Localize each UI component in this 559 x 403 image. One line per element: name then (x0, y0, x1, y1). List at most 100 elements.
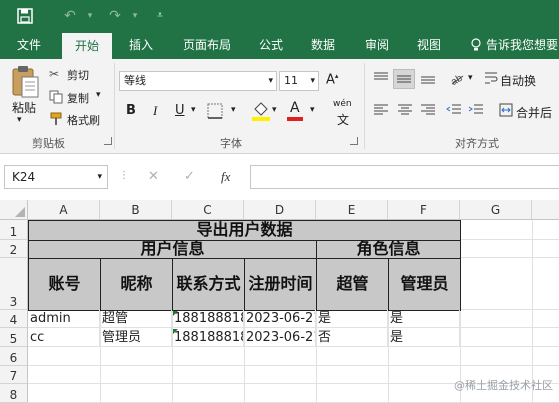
tab-insert[interactable]: 插入 (120, 31, 162, 59)
paste-icon[interactable] (10, 65, 40, 102)
underline-button[interactable]: U (175, 103, 185, 118)
merge-center-icon[interactable] (499, 103, 513, 120)
name-box[interactable]: K24 ▾ (4, 165, 108, 189)
sheet-title-cell[interactable]: 导出用户数据 (28, 220, 461, 241)
clipboard-group-label: 剪贴板 (32, 137, 65, 150)
cell-d4[interactable]: 2023-06-21 (244, 310, 316, 328)
cell-f5[interactable]: 是 (388, 328, 460, 347)
redo-icon[interactable]: ↷ (105, 6, 125, 26)
cell-c5[interactable]: 18818881888 (172, 328, 244, 347)
row-header-3[interactable]: 3 (0, 258, 28, 310)
column-header-e[interactable]: E (316, 200, 388, 220)
tab-home[interactable]: 开始 (62, 33, 112, 59)
row-header-2[interactable]: 2 (0, 240, 28, 258)
select-all-corner[interactable] (0, 200, 28, 220)
tab-formulas[interactable]: 公式 (250, 31, 292, 59)
font-name-value: 等线 (124, 74, 146, 87)
align-center-icon[interactable] (397, 103, 413, 120)
header-regtime-cell[interactable]: 注册时间 (244, 258, 317, 311)
cell-a4[interactable]: admin (28, 310, 100, 328)
align-right-icon[interactable] (420, 103, 436, 120)
save-icon[interactable] (15, 6, 35, 26)
border-dropdown-icon[interactable]: ▾ (231, 105, 236, 115)
paste-button[interactable]: 粘贴 (12, 99, 36, 116)
cell-b5[interactable]: 管理员 (100, 328, 172, 347)
column-header-c[interactable]: C (172, 200, 244, 220)
phonetic-button[interactable]: 文 (337, 111, 349, 128)
enter-icon[interactable]: ✓ (184, 169, 195, 184)
user-info-group-cell[interactable]: 用户信息 (28, 239, 317, 259)
italic-button[interactable]: I (153, 103, 157, 119)
group-separator (114, 63, 115, 149)
merge-center-button[interactable]: 合并后 (516, 104, 552, 121)
bold-button[interactable]: B (126, 103, 136, 118)
tab-view[interactable]: 视图 (408, 31, 450, 59)
font-launcher-icon[interactable] (350, 137, 358, 145)
font-color-dropdown-icon[interactable]: ▾ (310, 105, 315, 115)
header-super-cell[interactable]: 超管 (316, 258, 389, 311)
column-header-b[interactable]: B (100, 200, 172, 220)
font-name-box[interactable]: 等线 ▾ (119, 71, 277, 91)
cell-f4[interactable]: 是 (388, 310, 460, 328)
row-header-5[interactable]: 5 (0, 328, 28, 347)
increase-indent-icon[interactable] (468, 103, 484, 120)
font-size-box[interactable]: 11 ▾ (279, 71, 319, 91)
decrease-indent-icon[interactable] (446, 103, 462, 120)
paste-dropdown-icon[interactable]: ▾ (17, 115, 22, 125)
cut-button[interactable]: 剪切 (67, 67, 89, 83)
header-nickname-cell[interactable]: 昵称 (100, 258, 173, 311)
column-header-h[interactable] (532, 200, 559, 220)
align-left-icon[interactable] (373, 103, 389, 120)
row-header-6[interactable]: 6 (0, 347, 28, 366)
cell-d5[interactable]: 2023-06-21 (244, 328, 316, 347)
cancel-icon[interactable]: ✕ (148, 169, 159, 184)
cell-a5[interactable]: cc (28, 328, 100, 347)
undo-icon[interactable]: ↶ (60, 6, 80, 26)
column-header-f[interactable]: F (388, 200, 460, 220)
header-manager-cell[interactable]: 管理员 (388, 258, 461, 311)
header-account-cell[interactable]: 账号 (28, 258, 101, 311)
row-header-7[interactable]: 7 (0, 366, 28, 384)
underline-dropdown-icon[interactable]: ▾ (191, 105, 196, 115)
align-bottom-icon[interactable] (420, 71, 436, 88)
cell-b4[interactable]: 超管 (100, 310, 172, 328)
customize-qat-icon[interactable]: ⩡ (150, 6, 170, 26)
alignment-group-label: 对齐方式 (455, 137, 499, 150)
insert-function-icon[interactable]: fx (221, 169, 230, 185)
role-info-group-cell[interactable]: 角色信息 (316, 239, 461, 259)
tab-data[interactable]: 数据 (302, 31, 344, 59)
align-middle-icon[interactable] (393, 69, 415, 89)
format-painter-button[interactable]: 格式刷 (67, 112, 100, 128)
clipboard-launcher-icon[interactable] (104, 137, 112, 145)
redo-dropdown-icon[interactable]: ▾ (125, 6, 145, 26)
wrap-text-button[interactable]: 自动换 (500, 72, 536, 89)
cell-c4[interactable]: 18818881888 (172, 310, 244, 328)
undo-dropdown-icon[interactable]: ▾ (80, 6, 100, 26)
copy-dropdown-icon[interactable]: ▾ (96, 90, 101, 100)
row-header-8[interactable]: 8 (0, 384, 28, 403)
align-top-icon[interactable] (373, 71, 389, 88)
formula-input[interactable] (250, 165, 559, 189)
orientation-icon[interactable]: ab (448, 70, 466, 89)
column-header-d[interactable]: D (244, 200, 316, 220)
tab-page-layout[interactable]: 页面布局 (174, 31, 240, 59)
cell-e4[interactable]: 是 (316, 310, 388, 328)
tab-review[interactable]: 审阅 (356, 31, 398, 59)
fill-color-dropdown-icon[interactable]: ▾ (272, 105, 277, 115)
border-icon[interactable] (207, 103, 223, 122)
fill-color-icon[interactable] (251, 100, 271, 125)
header-contact-cell[interactable]: 联系方式 (172, 258, 245, 311)
font-color-icon[interactable]: A (290, 100, 300, 116)
tab-file[interactable]: 文件 (6, 31, 52, 59)
row-header-1[interactable]: 1 (0, 220, 28, 240)
row-header-4[interactable]: 4 (0, 310, 28, 328)
column-header-a[interactable]: A (28, 200, 100, 220)
cell-e5[interactable]: 否 (316, 328, 388, 347)
phonetic-label[interactable]: wén (333, 99, 352, 109)
orientation-dropdown-icon[interactable]: ▾ (468, 73, 473, 83)
column-header-g[interactable]: G (460, 200, 532, 220)
wrap-text-icon[interactable] (484, 71, 498, 88)
tell-me-box[interactable]: 告诉我您想要 (486, 31, 559, 59)
copy-button[interactable]: 复制 (67, 90, 89, 106)
grow-font-icon[interactable]: A▴ (326, 72, 338, 87)
